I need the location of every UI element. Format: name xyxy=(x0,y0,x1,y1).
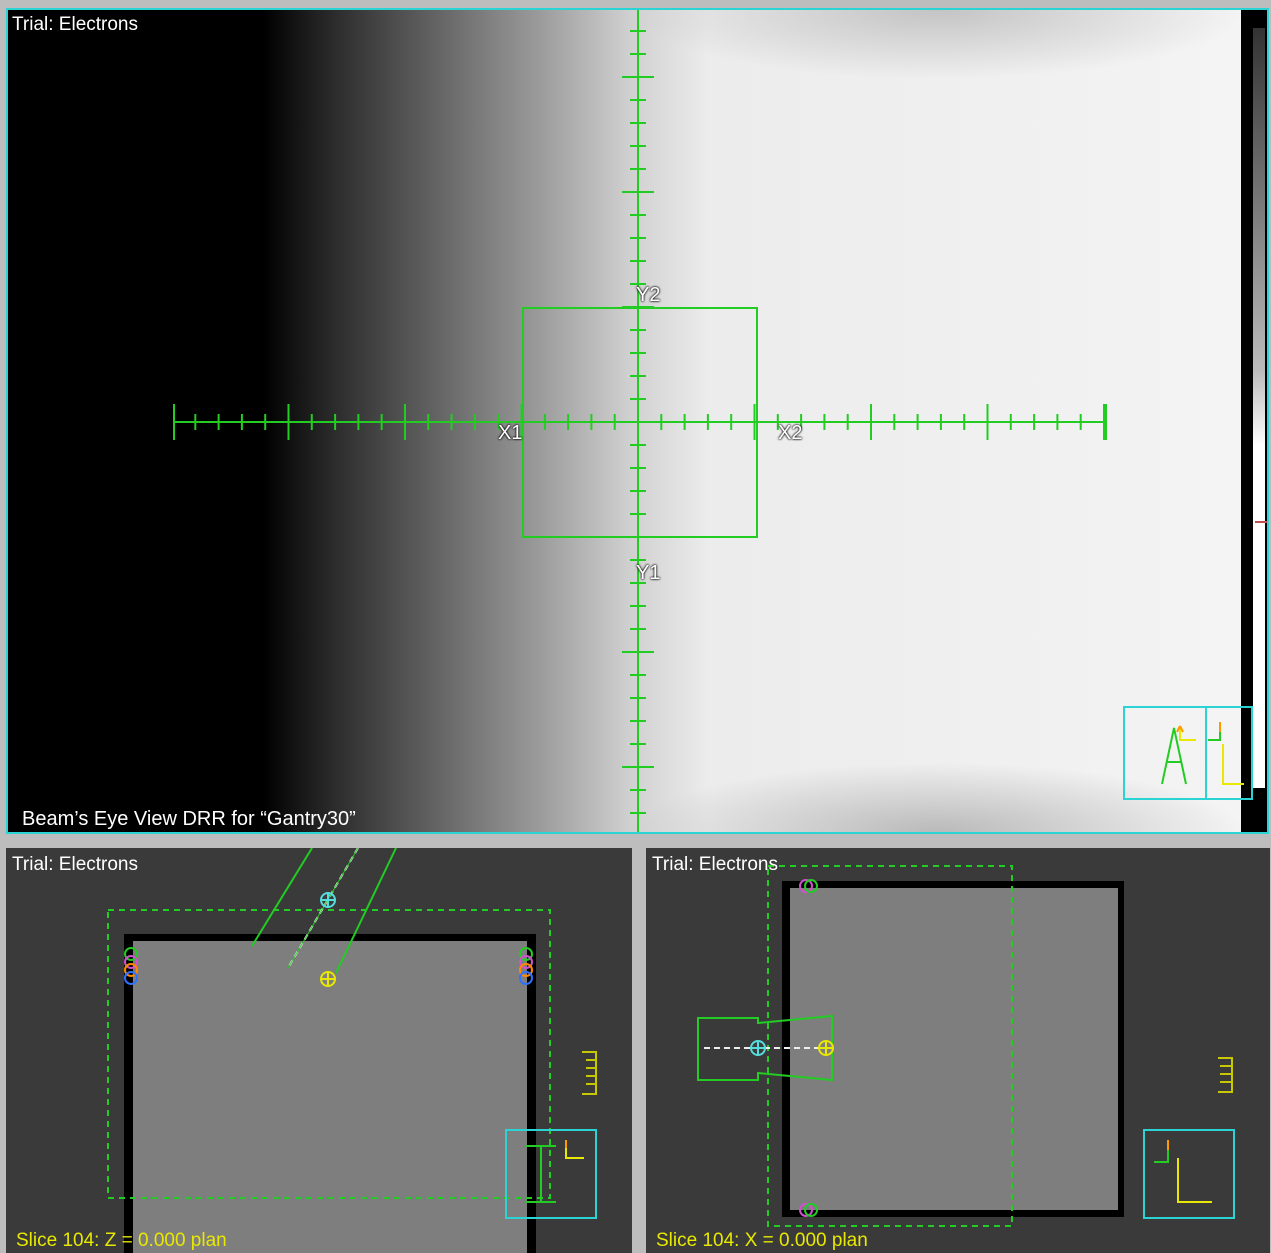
beams-eye-view-panel[interactable]: Trial: Electrons Beam’s Eye View DRR for… xyxy=(6,8,1269,834)
bev-trial-label: Trial: Electrons xyxy=(12,14,138,35)
jaw-label-x2: X2 xyxy=(778,422,803,444)
sagittal-view-panel[interactable]: Trial: Electrons Slice 104: X = 0.000 pl… xyxy=(646,848,1270,1253)
axial-trial-label: Trial: Electrons xyxy=(12,854,138,875)
scale-icon xyxy=(582,1051,597,1095)
bev-caption: Beam’s Eye View DRR for “Gantry30” xyxy=(22,808,356,830)
scale-icon xyxy=(1218,1057,1233,1093)
axial-slice-label: Slice 104: Z = 0.000 plan xyxy=(16,1230,227,1251)
jaw-label-x1: X1 xyxy=(498,422,523,444)
phantom-body xyxy=(133,941,527,1253)
sagittal-trial-label: Trial: Electrons xyxy=(652,854,778,875)
axial-view-panel[interactable]: Trial: Electrons Slice 104: Z = 0.000 pl… xyxy=(6,848,632,1253)
phantom-body xyxy=(790,888,1118,1210)
bev-crosshair-ruler xyxy=(173,10,1107,832)
orientation-indicator xyxy=(1123,706,1253,800)
sagittal-overlay xyxy=(697,865,1235,1227)
axial-overlay xyxy=(107,848,597,1253)
jaw-label-y2: Y2 xyxy=(636,284,661,306)
sagittal-slice-label: Slice 104: X = 0.000 plan xyxy=(656,1230,868,1251)
jaw-label-y1: Y1 xyxy=(636,562,661,584)
bev-overlay xyxy=(173,10,1267,832)
orientation-indicator xyxy=(1143,1129,1235,1219)
